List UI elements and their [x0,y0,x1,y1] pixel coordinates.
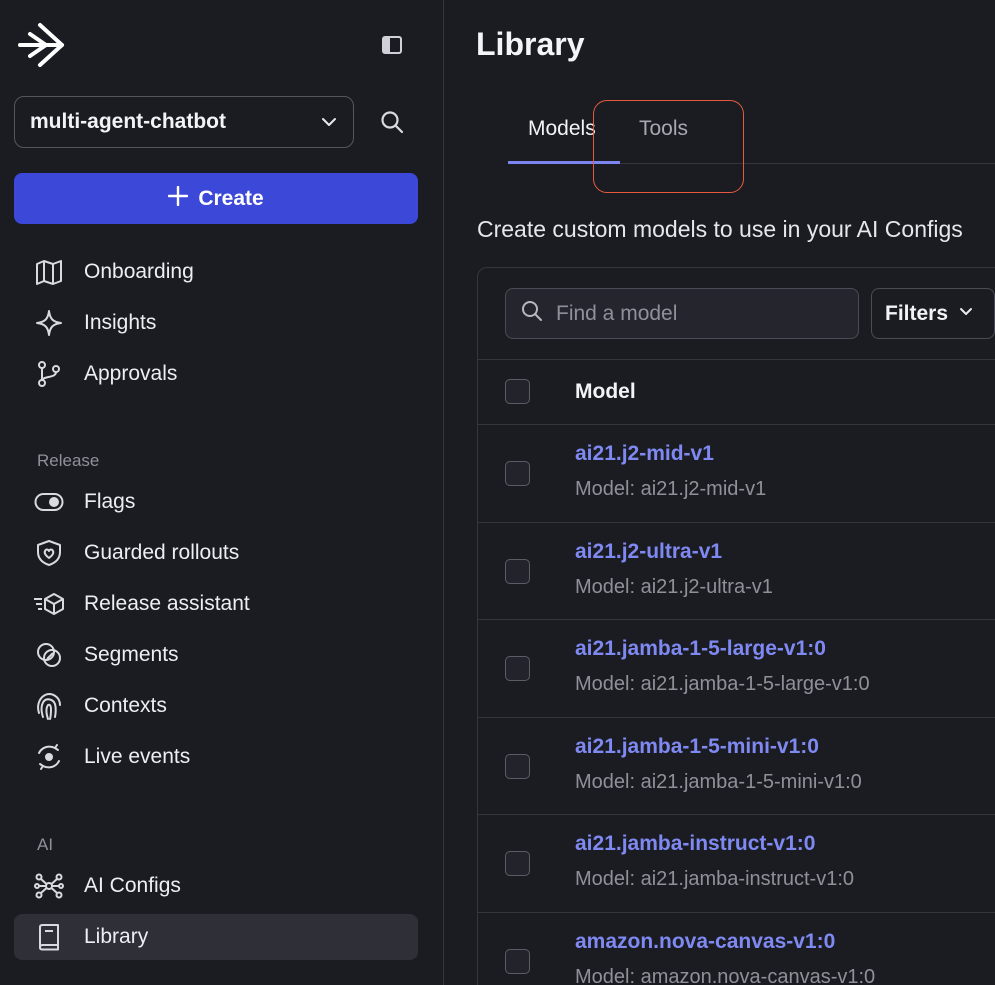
search-icon[interactable] [376,106,408,138]
model-subtitle: Model: amazon.nova-canvas-v1:0 [575,965,876,985]
model-subtitle: Model: ai21.jamba-1-5-mini-v1:0 [575,770,862,793]
main-content: Library Models Tools Create custom model… [445,0,995,985]
sidebar: multi-agent-chatbot Create Onboarding In… [0,0,444,985]
sidebar-item-live-events[interactable]: Live events [14,734,418,780]
create-label: Create [198,186,264,210]
sidebar-item-library[interactable]: Library [14,914,418,960]
toggle-icon [14,492,84,512]
sidebar-item-ai-configs[interactable]: AI Configs [14,863,418,909]
divider [478,424,995,425]
page-description: Create custom models to use in your AI C… [477,216,963,242]
sparkle-icon [14,309,84,337]
model-name-link[interactable]: ai21.j2-mid-v1 [575,442,714,466]
release-assistant-icon [14,591,84,617]
sidebar-item-contexts[interactable]: Contexts [14,683,418,729]
sidebar-item-onboarding[interactable]: Onboarding [14,249,418,295]
project-name: multi-agent-chatbot [30,110,226,133]
sidebar-item-label: AI Configs [84,874,181,897]
sidebar-item-label: Segments [84,643,179,666]
model-name-link[interactable]: ai21.jamba-1-5-large-v1:0 [575,637,826,661]
sidebar-item-approvals[interactable]: Approvals [14,351,418,397]
book-icon [14,923,84,951]
sidebar-item-label: Contexts [84,694,167,717]
shield-icon [14,539,84,567]
select-all-checkbox[interactable] [505,379,530,404]
row-divider [478,716,995,718]
models-table-panel: Filters Model ai21.j2-mid-v1 Model: ai21.… [477,267,995,985]
chevron-down-icon [320,113,338,131]
segments-icon [14,641,84,669]
sidebar-item-label: Insights [84,311,157,334]
row-divider [478,814,995,815]
row-checkbox[interactable] [505,948,530,974]
map-icon [14,259,84,285]
sidebar-item-label: Onboarding [84,260,194,283]
sidebar-item-release-assistant[interactable]: Release assistant [14,581,418,627]
model-name-link[interactable]: amazon.nova-canvas-v1:0 [575,930,835,954]
sidebar-item-label: Approvals [84,362,178,385]
sidebar-item-label: Library [84,925,149,948]
search-field[interactable] [505,288,859,339]
sidebar-item-label: Live events [84,745,191,768]
app-window: multi-agent-chatbot Create Onboarding In… [0,0,995,985]
sidebar-toggle-icon[interactable] [378,30,406,60]
model-name-link[interactable]: ai21.jamba-1-5-mini-v1:0 [575,735,819,759]
row-checkbox[interactable] [505,851,530,876]
sidebar-item-flags[interactable]: Flags [14,479,418,525]
tab-models[interactable]: Models [528,117,596,141]
sidebar-item-label: Guarded rollouts [84,541,240,564]
live-events-icon [14,743,84,771]
sidebar-item-guarded-rollouts[interactable]: Guarded rollouts [14,530,418,576]
row-checkbox[interactable] [505,558,530,584]
chevron-down-icon [958,302,974,326]
create-button[interactable]: Create [14,173,418,224]
divider [478,359,995,360]
tools-tab-highlight [593,100,744,193]
model-subtitle: Model: ai21.jamba-instruct-v1:0 [575,868,855,890]
row-checkbox[interactable] [505,753,530,779]
model-subtitle: Model: ai21.j2-mid-v1 [575,478,767,500]
column-header-model: Model [575,380,636,403]
row-checkbox[interactable] [505,461,530,486]
git-branch-icon [14,360,84,388]
row-divider [478,911,995,913]
logo-icon[interactable] [16,22,66,68]
row-divider [478,521,995,523]
row-divider [478,619,995,620]
sidebar-item-segments[interactable]: Segments [14,632,418,678]
page-title: Library [476,26,585,62]
model-subtitle: Model: ai21.jamba-1-5-large-v1:0 [575,673,870,695]
sidebar-item-insights[interactable]: Insights [14,300,418,346]
ai-configs-icon [14,872,84,900]
section-title-ai: AI [37,835,54,854]
sidebar-item-label: Release assistant [84,592,250,615]
filters-label: Filters [885,301,949,325]
plus-icon [168,185,189,212]
model-name-link[interactable]: ai21.jamba-instruct-v1:0 [575,832,815,856]
fingerprint-icon [14,691,84,721]
section-title-release: Release [37,451,100,470]
project-selector[interactable]: multi-agent-chatbot [14,96,354,148]
model-subtitle: Model: ai21.j2-ultra-v1 [575,575,773,598]
sidebar-item-label: Flags [84,490,136,513]
search-icon [520,299,544,328]
model-name-link[interactable]: ai21.j2-ultra-v1 [575,540,722,564]
search-input[interactable] [556,301,836,326]
filters-button[interactable]: Filters [871,288,995,339]
row-checkbox[interactable] [505,656,530,681]
